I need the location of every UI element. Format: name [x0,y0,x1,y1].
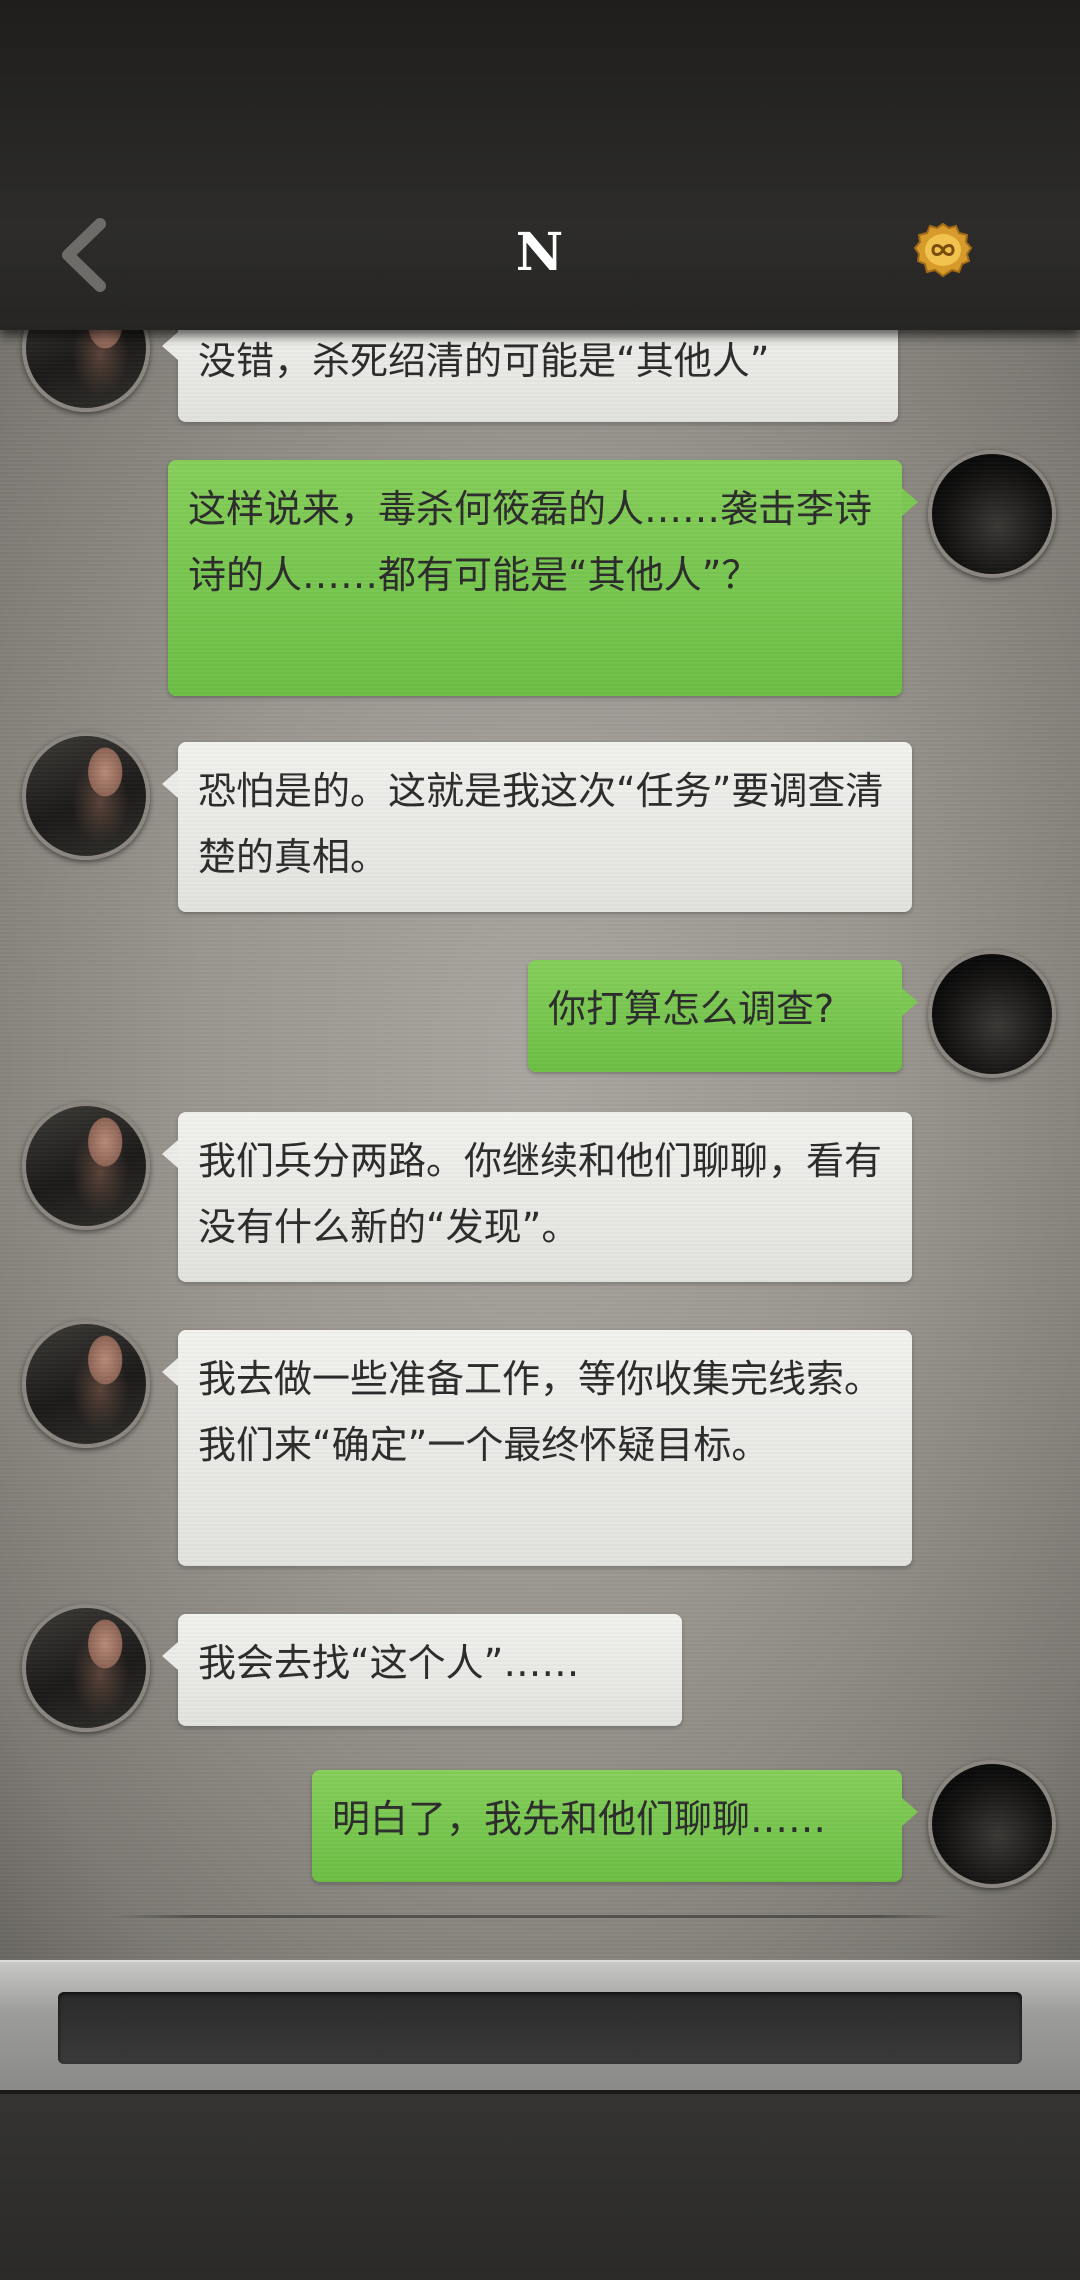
chat-divider [110,1915,960,1918]
message-bubble-npc: 我们兵分两路。你继续和他们聊聊，看有没有什么新的“发现”。 [162,1112,912,1282]
message-bubble-npc: 没错，杀死绍清的可能是“其他人” [162,330,898,422]
input-bar [0,1960,1080,2090]
bottom-panel [0,2090,1080,2280]
message-bubble-npc: 我去做一些准备工作，等你收集完线索。我们来“确定”一个最终怀疑目标。 [162,1330,912,1566]
coin-button[interactable] [912,222,974,278]
infinity-coin-icon [913,222,973,278]
message-bubble-npc: 我会去找“这个人”…… [162,1614,682,1726]
message-bubble-player: 你打算怎么调查? [528,960,918,1072]
player-avatar[interactable] [928,450,1056,578]
message-input[interactable] [58,1992,1022,2064]
npc-avatar[interactable] [22,1102,150,1230]
player-avatar[interactable] [928,950,1056,1078]
message-bubble-player: 明白了，我先和他们聊聊…… [312,1770,918,1882]
chat-area[interactable]: 没错，杀死绍清的可能是“其他人” 这样说来，毒杀何筱磊的人……袭击李诗诗的人……… [0,330,1080,1960]
npc-avatar[interactable] [22,330,150,412]
npc-avatar[interactable] [22,1604,150,1732]
npc-avatar[interactable] [22,1320,150,1448]
message-bubble-player: 这样说来，毒杀何筱磊的人……袭击李诗诗的人……都有可能是“其他人”？ [168,460,918,696]
npc-avatar[interactable] [22,732,150,860]
message-bubble-npc: 恐怕是的。这就是我这次“任务”要调查清楚的真相。 [162,742,912,912]
player-avatar[interactable] [928,1760,1056,1888]
top-navigation-bar: N [0,0,1080,330]
